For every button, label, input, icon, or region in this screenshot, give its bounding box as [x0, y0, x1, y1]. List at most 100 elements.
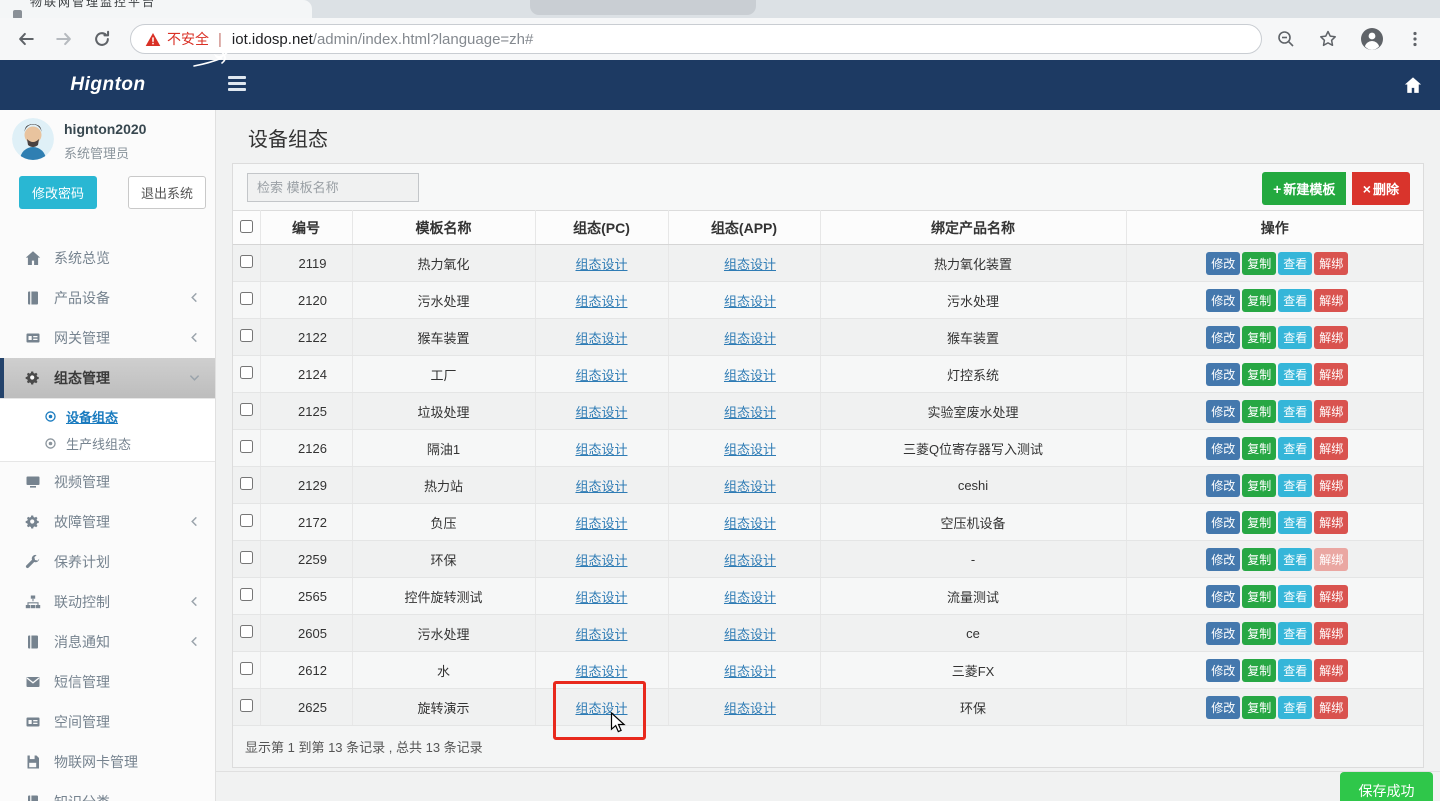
config-app-link[interactable]: 组态设计 — [724, 590, 776, 605]
view-button[interactable]: 查看 — [1278, 659, 1312, 682]
sidebar-item[interactable]: 短信管理 — [0, 662, 216, 702]
config-app-link[interactable]: 组态设计 — [724, 516, 776, 531]
edit-button[interactable]: 修改 — [1206, 363, 1240, 386]
copy-button[interactable]: 复制 — [1242, 252, 1276, 275]
unbind-button[interactable]: 解绑 — [1314, 474, 1348, 497]
view-button[interactable]: 查看 — [1278, 437, 1312, 460]
copy-button[interactable]: 复制 — [1242, 289, 1276, 312]
config-pc-link[interactable]: 组态设计 — [575, 664, 627, 679]
select-all-checkbox[interactable] — [240, 220, 253, 233]
sidebar-item[interactable]: 联动控制 — [0, 582, 216, 622]
unbind-button[interactable]: 解绑 — [1314, 548, 1348, 571]
sidebar-item[interactable]: 空间管理 — [0, 702, 216, 742]
unbind-button[interactable]: 解绑 — [1314, 400, 1348, 423]
config-app-link[interactable]: 组态设计 — [724, 627, 776, 642]
unbind-button[interactable]: 解绑 — [1314, 622, 1348, 645]
sidebar-item[interactable]: 物联网卡管理 — [0, 742, 216, 782]
row-checkbox[interactable] — [240, 625, 253, 638]
config-pc-link[interactable]: 组态设计 — [575, 405, 627, 420]
sidebar-subitem[interactable]: 生产线组态 — [0, 430, 216, 457]
row-checkbox[interactable] — [240, 255, 253, 268]
unbind-button[interactable]: 解绑 — [1314, 511, 1348, 534]
config-pc-link[interactable]: 组态设计 — [575, 368, 627, 383]
sidebar-item[interactable]: 视频管理 — [0, 462, 216, 502]
config-app-link[interactable]: 组态设计 — [724, 331, 776, 346]
copy-button[interactable]: 复制 — [1242, 400, 1276, 423]
unbind-button[interactable]: 解绑 — [1314, 363, 1348, 386]
config-pc-link[interactable]: 组态设计 — [575, 516, 627, 531]
sidebar-item[interactable]: 知识分类 — [0, 782, 216, 801]
sidebar-item[interactable]: 消息通知 — [0, 622, 216, 662]
unbind-button[interactable]: 解绑 — [1314, 659, 1348, 682]
sidebar-item[interactable]: 网关管理 — [0, 318, 216, 358]
address-bar[interactable]: 不安全 | iot.idosp.net/admin/index.html?lan… — [130, 24, 1262, 54]
unbind-button[interactable]: 解绑 — [1314, 252, 1348, 275]
config-pc-link[interactable]: 组态设计 — [575, 553, 627, 568]
row-checkbox[interactable] — [240, 403, 253, 416]
config-app-link[interactable]: 组态设计 — [724, 405, 776, 420]
config-app-link[interactable]: 组态设计 — [724, 294, 776, 309]
copy-button[interactable]: 复制 — [1242, 326, 1276, 349]
new-template-button[interactable]: +新建模板 — [1262, 172, 1346, 205]
sidebar-subitem[interactable]: 设备组态 — [0, 403, 216, 430]
config-pc-link[interactable]: 组态设计 — [575, 331, 627, 346]
config-app-link[interactable]: 组态设计 — [724, 479, 776, 494]
row-checkbox[interactable] — [240, 366, 253, 379]
row-checkbox[interactable] — [240, 477, 253, 490]
sidebar-item[interactable]: 系统总览 — [0, 238, 216, 278]
view-button[interactable]: 查看 — [1278, 289, 1312, 312]
reload-icon[interactable] — [90, 27, 114, 51]
copy-button[interactable]: 复制 — [1242, 363, 1276, 386]
avatar[interactable] — [12, 118, 54, 160]
sidebar-item[interactable]: 故障管理 — [0, 502, 216, 542]
row-checkbox[interactable] — [240, 514, 253, 527]
config-pc-link[interactable]: 组态设计 — [575, 294, 627, 309]
edit-button[interactable]: 修改 — [1206, 400, 1240, 423]
config-pc-link[interactable]: 组态设计 — [575, 701, 627, 716]
browser-tab-inactive[interactable] — [530, 0, 756, 15]
copy-button[interactable]: 复制 — [1242, 548, 1276, 571]
change-password-button[interactable]: 修改密码 — [19, 176, 97, 209]
view-button[interactable]: 查看 — [1278, 252, 1312, 275]
view-button[interactable]: 查看 — [1278, 622, 1312, 645]
row-checkbox[interactable] — [240, 588, 253, 601]
search-input[interactable] — [247, 173, 419, 202]
unbind-button[interactable]: 解绑 — [1314, 289, 1348, 312]
edit-button[interactable]: 修改 — [1206, 252, 1240, 275]
row-checkbox[interactable] — [240, 699, 253, 712]
config-app-link[interactable]: 组态设计 — [724, 442, 776, 457]
config-pc-link[interactable]: 组态设计 — [575, 479, 627, 494]
config-pc-link[interactable]: 组态设计 — [575, 442, 627, 457]
copy-button[interactable]: 复制 — [1242, 659, 1276, 682]
config-app-link[interactable]: 组态设计 — [724, 368, 776, 383]
forward-icon[interactable] — [52, 27, 76, 51]
unbind-button[interactable]: 解绑 — [1314, 326, 1348, 349]
row-checkbox[interactable] — [240, 551, 253, 564]
config-pc-link[interactable]: 组态设计 — [575, 257, 627, 272]
view-button[interactable]: 查看 — [1278, 585, 1312, 608]
config-app-link[interactable]: 组态设计 — [724, 664, 776, 679]
config-pc-link[interactable]: 组态设计 — [575, 590, 627, 605]
edit-button[interactable]: 修改 — [1206, 696, 1240, 719]
edit-button[interactable]: 修改 — [1206, 585, 1240, 608]
browser-menu-icon[interactable] — [1406, 30, 1424, 48]
copy-button[interactable]: 复制 — [1242, 622, 1276, 645]
edit-button[interactable]: 修改 — [1206, 474, 1240, 497]
edit-button[interactable]: 修改 — [1206, 326, 1240, 349]
view-button[interactable]: 查看 — [1278, 511, 1312, 534]
row-checkbox[interactable] — [240, 662, 253, 675]
unbind-button[interactable]: 解绑 — [1314, 585, 1348, 608]
copy-button[interactable]: 复制 — [1242, 511, 1276, 534]
sidebar-item[interactable]: 组态管理 — [0, 358, 216, 398]
view-button[interactable]: 查看 — [1278, 696, 1312, 719]
config-pc-link[interactable]: 组态设计 — [575, 627, 627, 642]
edit-button[interactable]: 修改 — [1206, 622, 1240, 645]
row-checkbox[interactable] — [240, 440, 253, 453]
edit-button[interactable]: 修改 — [1206, 548, 1240, 571]
browser-tab[interactable]: 物联网管理监控平台 — [0, 0, 312, 18]
view-button[interactable]: 查看 — [1278, 363, 1312, 386]
profile-avatar-icon[interactable] — [1360, 27, 1384, 51]
row-checkbox[interactable] — [240, 329, 253, 342]
config-app-link[interactable]: 组态设计 — [724, 553, 776, 568]
config-app-link[interactable]: 组态设计 — [724, 701, 776, 716]
